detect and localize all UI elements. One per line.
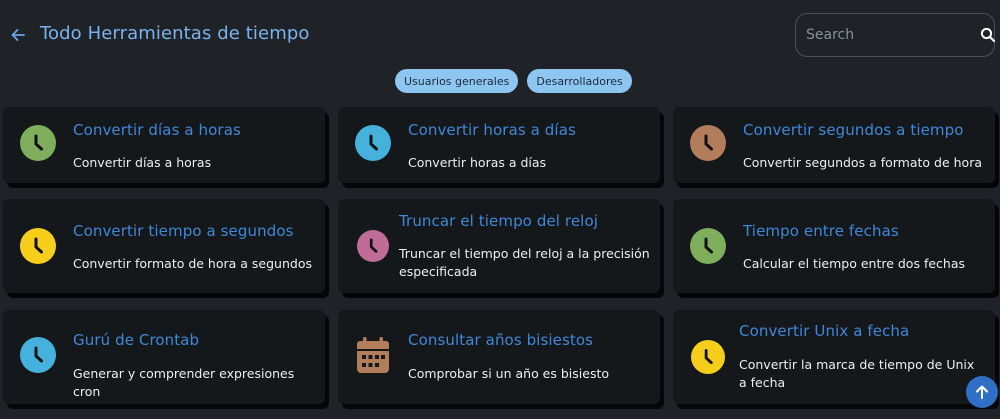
card-title: Convertir tiempo a segundos — [73, 222, 294, 240]
card-title: Gurú de Crontab — [73, 331, 200, 349]
page-title: Todo Herramientas de tiempo — [40, 23, 310, 44]
clock-icon — [355, 228, 391, 264]
card-description: Convertir la marca de tiempo de Unix a f… — [739, 357, 975, 390]
filter-chip-usuarios-generales[interactable]: Usuarios generales — [395, 69, 519, 93]
card-description: Convertir formato de hora a segundos — [73, 256, 312, 271]
header: Todo Herramientas de tiempo — [0, 0, 1000, 70]
tool-card-convertir-horas-a-dias[interactable]: Convertir horas a días Convertir horas a… — [338, 107, 660, 183]
card-title: Truncar el tiempo del reloj — [399, 212, 598, 230]
arrow-up-icon — [976, 385, 988, 399]
tool-card-tiempo-entre-fechas[interactable]: Tiempo entre fechas Calcular el tiempo e… — [673, 199, 995, 293]
card-title: Convertir Unix a fecha — [739, 322, 910, 340]
card-description: Comprobar si un año es bisiesto — [408, 366, 610, 381]
card-title: Tiempo entre fechas — [743, 222, 899, 240]
tool-card-convertir-tiempo-a-segundos[interactable]: Convertir tiempo a segundos Convertir fo… — [3, 199, 325, 293]
tool-card-convertir-dias-a-horas[interactable]: Convertir días a horas Convertir días a … — [3, 107, 325, 183]
scroll-to-top-button[interactable] — [966, 376, 998, 408]
card-title: Convertir segundos a tiempo — [743, 121, 964, 139]
card-description: Convertir días a horas — [73, 155, 212, 170]
search-box — [795, 13, 996, 57]
search-icon — [980, 27, 996, 43]
tool-card-guru-de-crontab[interactable]: Gurú de Crontab Generar y comprender exp… — [3, 310, 325, 404]
page: Todo Herramientas de tiempo Usuarios gen… — [0, 0, 1000, 419]
card-description: Calcular el tiempo entre dos fechas — [743, 256, 966, 271]
search-input[interactable] — [796, 14, 980, 56]
filter-chip-desarrolladores[interactable]: Desarrolladores — [527, 69, 632, 93]
card-description: Convertir segundos a formato de hora — [743, 155, 982, 170]
tool-card-convertir-segundos-a-tiempo[interactable]: Convertir segundos a tiempo Convertir se… — [673, 107, 995, 183]
search-button[interactable] — [980, 13, 996, 57]
tool-card-truncar-el-tiempo-del-reloj[interactable]: Truncar el tiempo del reloj Truncar el t… — [338, 199, 660, 293]
filter-chips: Usuarios generales Desarrolladores — [395, 69, 632, 93]
calendar-icon — [355, 337, 391, 373]
card-description: Convertir horas a días — [408, 155, 547, 170]
clock-icon — [20, 228, 56, 264]
clock-icon — [690, 125, 726, 161]
tool-card-consultar-anos-bisiestos[interactable]: Consultar años bisiestos Comprobar si un… — [338, 310, 660, 404]
clock-icon — [20, 337, 56, 373]
card-title: Convertir horas a días — [408, 121, 576, 139]
arrow-left-icon — [11, 29, 25, 41]
card-title: Convertir días a horas — [73, 121, 241, 139]
card-description: Truncar el tiempo del reloj a la precisi… — [399, 246, 650, 279]
tool-card-convertir-unix-a-fecha[interactable]: Convertir Unix a fecha Convertir la marc… — [673, 310, 995, 404]
clock-icon — [690, 228, 726, 264]
back-button[interactable] — [8, 24, 28, 46]
card-title: Consultar años bisiestos — [408, 331, 594, 349]
clock-icon — [20, 125, 56, 161]
card-description: Generar y comprender expresiones cron — [73, 366, 295, 399]
clock-icon — [355, 125, 391, 161]
clock-icon — [690, 339, 726, 375]
